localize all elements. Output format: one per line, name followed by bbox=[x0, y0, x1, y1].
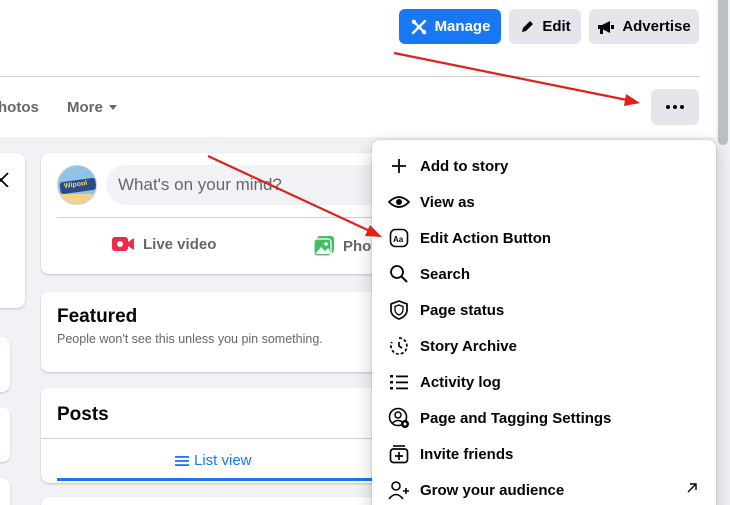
menu-item-story-archive[interactable]: Story Archive bbox=[372, 328, 716, 364]
tools-icon bbox=[411, 19, 426, 34]
more-options-button[interactable] bbox=[651, 89, 699, 125]
search-icon bbox=[388, 263, 410, 285]
featured-subtitle: People won't see this unless you pin som… bbox=[57, 332, 323, 346]
action-button-icon: Aa bbox=[388, 227, 410, 249]
menu-item-search[interactable]: Search bbox=[372, 256, 716, 292]
more-options-menu: Add to story View as Aa Edit Action Butt… bbox=[372, 140, 716, 505]
settings-user-icon bbox=[388, 407, 410, 429]
list-view-tab[interactable]: List view bbox=[175, 452, 252, 469]
menu-item-view-as[interactable]: View as bbox=[372, 184, 716, 220]
menu-item-label: Invite friends bbox=[420, 445, 514, 463]
post-card bbox=[41, 497, 381, 505]
tab-photos-label: hotos bbox=[0, 99, 39, 116]
composer-divider bbox=[57, 217, 377, 218]
manage-button[interactable]: Manage bbox=[399, 9, 501, 44]
external-link-icon bbox=[686, 481, 698, 499]
close-icon[interactable] bbox=[0, 170, 12, 193]
live-video-label: Live video bbox=[143, 235, 217, 253]
advertise-label: Advertise bbox=[622, 18, 691, 35]
menu-item-page-tagging-settings[interactable]: Page and Tagging Settings bbox=[372, 400, 716, 436]
menu-item-label: View as bbox=[420, 193, 475, 211]
plus-icon bbox=[388, 155, 410, 177]
menu-item-page-status[interactable]: Page status bbox=[372, 292, 716, 328]
menu-item-edit-action-button[interactable]: Aa Edit Action Button bbox=[372, 220, 716, 256]
menu-item-label: Search bbox=[420, 265, 471, 283]
more-dots-icon bbox=[666, 105, 684, 109]
menu-item-add-to-story[interactable]: Add to story bbox=[372, 148, 716, 184]
left-column-card bbox=[0, 478, 10, 505]
list-icon bbox=[388, 371, 410, 393]
scrollbar-thumb[interactable] bbox=[718, 0, 728, 145]
menu-item-label: Page status bbox=[420, 301, 505, 319]
tab-more[interactable]: More bbox=[67, 99, 117, 116]
megaphone-icon bbox=[598, 20, 615, 34]
advertise-button[interactable]: Advertise bbox=[589, 9, 699, 44]
left-column-card bbox=[0, 337, 10, 392]
active-tab-indicator bbox=[57, 478, 377, 481]
menu-item-label: Edit Action Button bbox=[420, 229, 552, 247]
menu-item-invite-friends[interactable]: Invite friends bbox=[372, 436, 716, 472]
list-view-icon bbox=[175, 455, 189, 466]
posts-title: Posts bbox=[57, 404, 109, 425]
post-composer: Wipool What's on your mind? Live video P… bbox=[41, 153, 396, 274]
svg-text:Aa: Aa bbox=[393, 235, 404, 244]
whats-on-your-mind-input[interactable]: What's on your mind? bbox=[106, 165, 396, 205]
tab-more-label: More bbox=[67, 99, 103, 116]
menu-item-activity-log[interactable]: Activity log bbox=[372, 364, 716, 400]
menu-item-label: Activity log bbox=[420, 373, 501, 391]
featured-title: Featured bbox=[57, 306, 138, 327]
story-archive-icon bbox=[388, 335, 410, 357]
left-column-card bbox=[0, 407, 10, 462]
menu-item-label: Story Archive bbox=[420, 337, 517, 355]
edit-label: Edit bbox=[542, 18, 571, 35]
tab-photos[interactable]: hotos bbox=[0, 99, 39, 116]
live-video-button[interactable]: Live video bbox=[111, 235, 216, 253]
featured-card: Featured People won't see this unless yo… bbox=[41, 292, 381, 372]
menu-item-label: Add to story bbox=[420, 157, 509, 175]
header-divider bbox=[0, 76, 700, 77]
invite-icon bbox=[388, 443, 410, 465]
pencil-icon bbox=[522, 20, 534, 32]
shield-icon bbox=[388, 299, 410, 321]
live-video-icon bbox=[112, 237, 134, 251]
menu-item-label: Grow your audience bbox=[420, 481, 565, 499]
eye-icon bbox=[388, 191, 410, 213]
list-view-label: List view bbox=[194, 452, 252, 469]
edit-button[interactable]: Edit bbox=[509, 9, 581, 44]
manage-label: Manage bbox=[434, 18, 491, 35]
menu-item-label: Page and Tagging Settings bbox=[420, 409, 612, 427]
photo-icon bbox=[313, 236, 334, 257]
menu-item-grow-audience[interactable]: Grow your audience bbox=[372, 472, 716, 505]
page-avatar[interactable]: Wipool bbox=[57, 165, 97, 205]
add-person-icon bbox=[388, 479, 410, 501]
posts-card: Posts List view bbox=[41, 388, 381, 483]
caret-down-icon bbox=[108, 105, 117, 110]
posts-divider bbox=[41, 438, 381, 439]
